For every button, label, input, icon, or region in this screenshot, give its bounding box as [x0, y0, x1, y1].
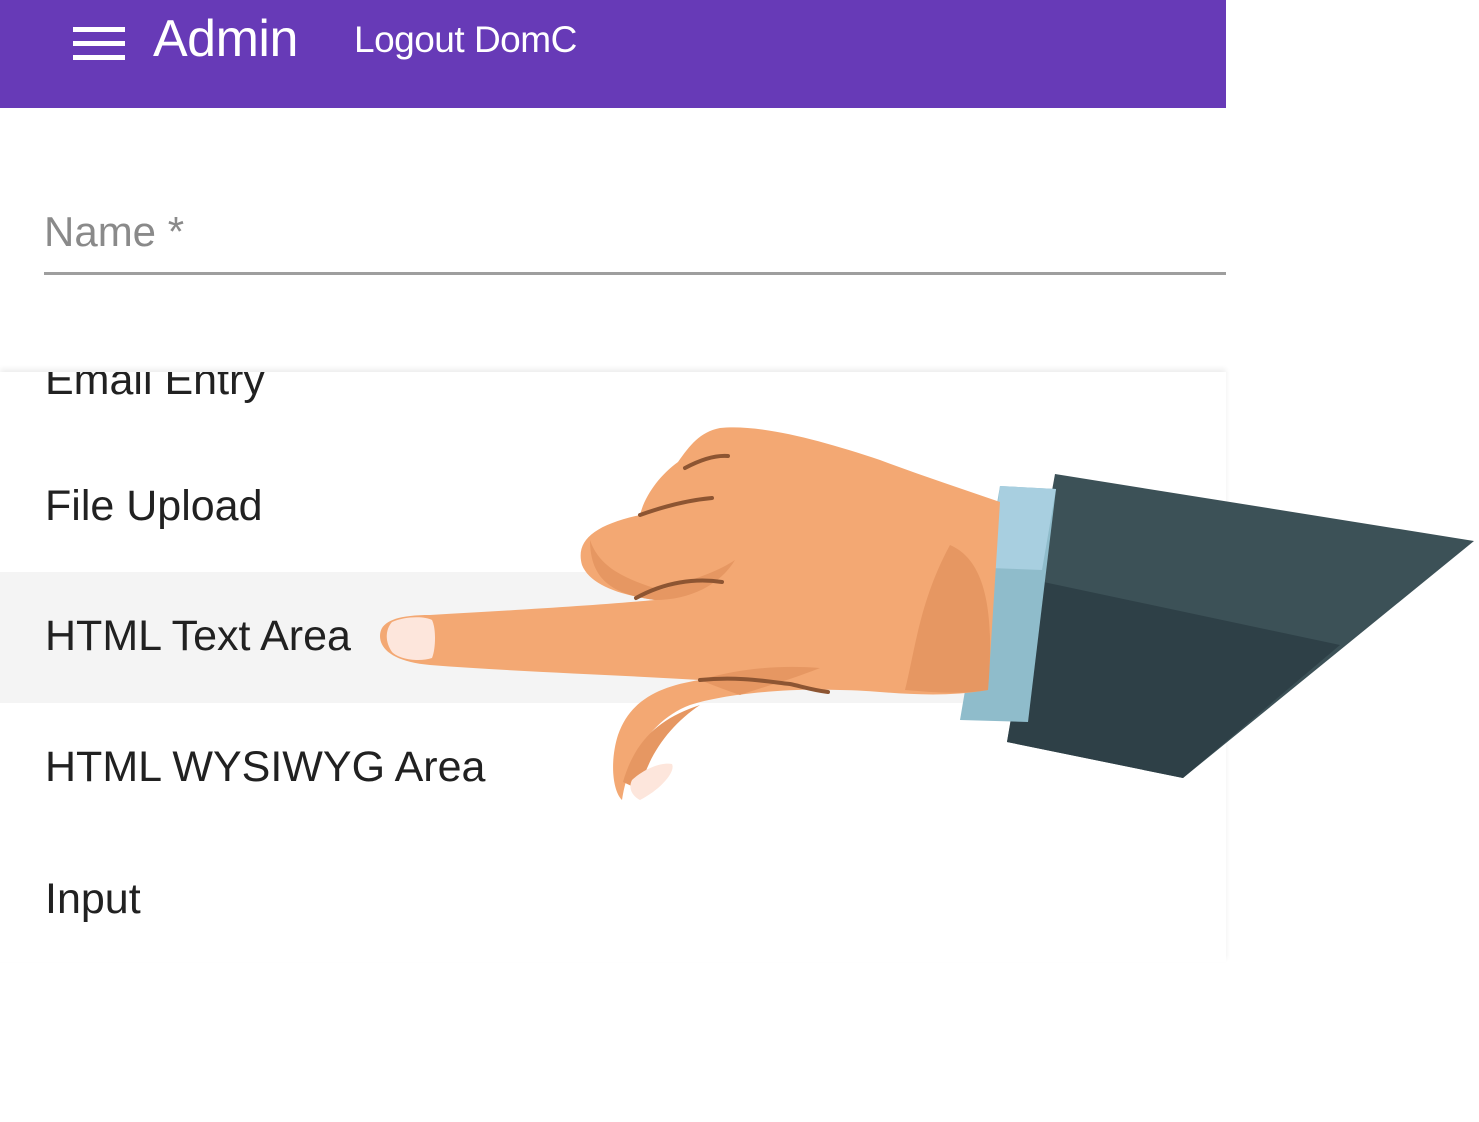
app-title: Admin — [153, 10, 298, 68]
menu-icon[interactable] — [73, 24, 125, 62]
option-email-entry[interactable]: Email Entry — [0, 372, 1226, 404]
name-field[interactable]: Name * — [44, 196, 1226, 278]
app-bar: Admin Logout DomC — [0, 0, 1226, 108]
option-label: HTML Text Area — [45, 612, 351, 660]
option-label: Input — [45, 875, 141, 923]
option-label: Email Entry — [45, 372, 265, 404]
option-input[interactable]: Input — [0, 834, 1226, 962]
option-label: File Upload — [45, 482, 263, 530]
name-input[interactable] — [44, 196, 1226, 274]
field-type-dropdown[interactable]: Email Entry File Upload HTML Text Area H… — [0, 372, 1226, 962]
option-file-upload[interactable]: File Upload — [0, 438, 1226, 569]
option-html-text-area[interactable]: HTML Text Area — [0, 572, 1226, 703]
option-label: HTML WYSIWYG Area — [45, 743, 486, 791]
option-html-wysiwyg-area[interactable]: HTML WYSIWYG Area — [0, 703, 1226, 834]
name-field-underline — [44, 272, 1226, 275]
screen: Admin Logout DomC Name * Email Entry Fil… — [0, 0, 1479, 1122]
logout-link[interactable]: Logout DomC — [354, 16, 577, 64]
